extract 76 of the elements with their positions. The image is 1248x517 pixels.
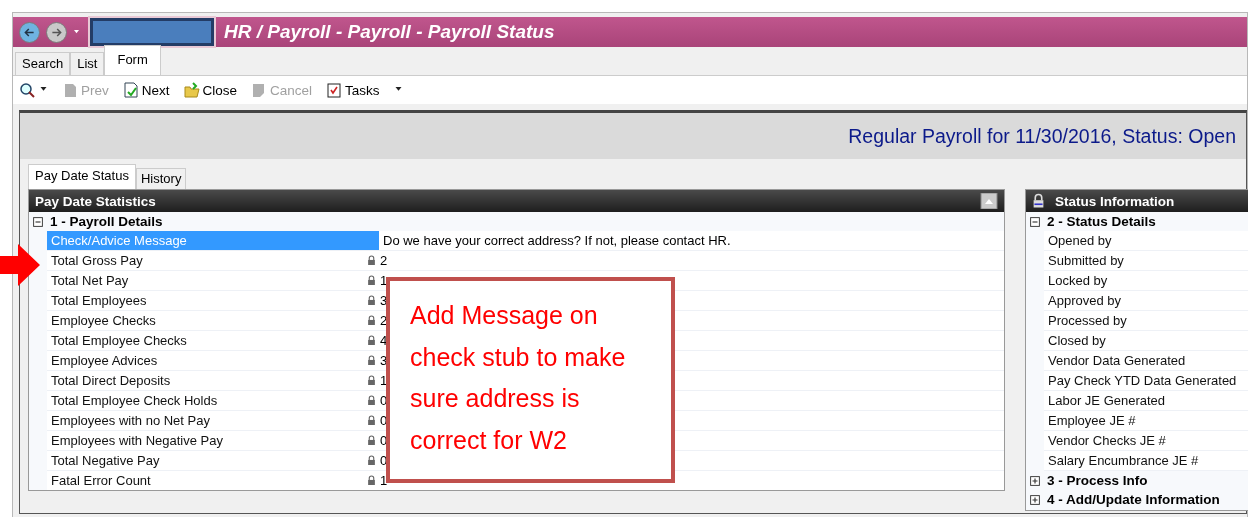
property-label[interactable]: Closed by <box>1044 331 1248 350</box>
lock-icon <box>367 335 376 346</box>
panel-title: Pay Date Statistics <box>35 193 156 209</box>
lock-icon <box>367 295 376 306</box>
property-label[interactable]: Employee Advices <box>47 351 379 370</box>
property-label[interactable]: Approved by <box>1044 291 1248 310</box>
lock-icon <box>367 375 376 386</box>
property-label[interactable]: Opened by <box>1044 231 1248 250</box>
property-label[interactable]: Pay Check YTD Data Generated <box>1044 371 1248 390</box>
property-label[interactable]: Processed by <box>1044 311 1248 330</box>
toolbar-button[interactable]: Close <box>183 82 238 98</box>
caret-icon <box>39 87 48 93</box>
property-label[interactable]: Employee Checks <box>47 311 379 330</box>
property-label[interactable]: Locked by <box>1044 271 1248 290</box>
tab[interactable]: Pay Date Status <box>28 164 136 189</box>
tab[interactable]: Search <box>15 52 71 75</box>
window-title: HR / Payroll - Payroll - Payroll Status <box>224 21 555 43</box>
search-icon <box>19 82 35 98</box>
lock-icon <box>367 355 376 366</box>
section-title: 4 - Add/Update Information <box>1047 492 1220 507</box>
toolbar-button[interactable]: Next <box>122 82 170 98</box>
back-arrow-icon <box>24 26 35 38</box>
lock-icon <box>367 475 376 486</box>
property-value: 1 <box>380 473 388 488</box>
property-label[interactable]: Total Gross Pay <box>47 251 379 270</box>
callout-note: Add Message on check stub to make sure address is correct for W2 <box>386 277 675 483</box>
property-label[interactable]: Total Employee Check Holds <box>47 391 379 410</box>
expand-icon <box>1030 494 1040 505</box>
property-value: Do we have your correct address? If not, please contact HR. <box>383 233 731 248</box>
property-label[interactable]: Employee JE # <box>1044 411 1248 430</box>
property-label[interactable]: Employees with Negative Pay <box>47 431 379 450</box>
tab[interactable]: List <box>70 52 105 75</box>
property-label[interactable]: Submitted by <box>1044 251 1248 270</box>
property-value: 4 <box>380 333 388 348</box>
property-label[interactable]: Total Negative Pay <box>47 451 379 470</box>
lock-icon <box>1032 193 1045 209</box>
back-button[interactable] <box>19 21 40 43</box>
form-header: Regular Payroll for 11/30/2016, Status: Open <box>848 124 1236 148</box>
document-icon <box>62 82 78 98</box>
caret-icon <box>393 87 403 93</box>
lock-icon <box>367 255 376 266</box>
lock-icon <box>367 395 376 406</box>
section-title: 1 - Payroll Details <box>50 214 163 229</box>
property-label[interactable]: Labor JE Generated <box>1044 391 1248 410</box>
collapse-panel-icon <box>980 193 998 209</box>
expand-icon <box>1030 475 1040 486</box>
lock-icon <box>367 435 376 446</box>
caret-icon <box>73 29 80 35</box>
tab[interactable]: Form <box>104 45 161 75</box>
property-value: 2 <box>380 253 388 268</box>
section-title: 2 - Status Details <box>1047 214 1156 229</box>
property-label[interactable]: Total Net Pay <box>47 271 379 290</box>
forward-arrow-icon <box>51 26 62 38</box>
tab[interactable]: History <box>135 168 187 189</box>
property-label[interactable]: Employees with no Net Pay <box>47 411 379 430</box>
property-label[interactable]: Fatal Error Count <box>47 471 379 490</box>
document-arrow-icon <box>122 82 139 98</box>
property-label[interactable]: Total Employees <box>47 291 379 310</box>
lock-icon <box>367 275 376 286</box>
clipboard-check-icon <box>326 82 343 98</box>
panel-title: Status Information <box>1055 193 1175 209</box>
toolbar-button[interactable]: Tasks <box>326 82 380 98</box>
section-title: 3 - Process Info <box>1047 473 1148 488</box>
lock-icon <box>367 415 376 426</box>
lock-icon <box>367 315 376 326</box>
property-label[interactable]: Vendor Checks JE # <box>1044 431 1248 450</box>
lock-icon <box>367 455 376 466</box>
property-label[interactable]: Salary Encumbrance JE # <box>1044 451 1248 470</box>
arrow-icon <box>0 244 40 286</box>
forward-button[interactable] <box>46 21 67 43</box>
property-label[interactable]: Total Employee Checks <box>47 331 379 350</box>
property-label[interactable]: Total Direct Deposits <box>47 371 379 390</box>
collapse-icon <box>1030 216 1040 227</box>
folder-icon <box>183 82 200 98</box>
property-label[interactable]: Vendor Data Generated <box>1044 351 1248 370</box>
collapse-icon <box>33 216 43 227</box>
